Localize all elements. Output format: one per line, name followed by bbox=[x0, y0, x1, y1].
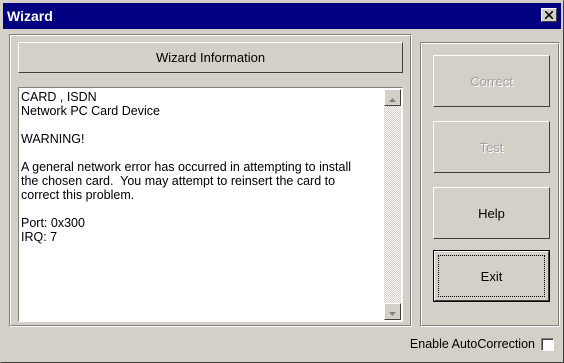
message-line: Network PC Card Device bbox=[21, 104, 160, 118]
correct-button-label: Correct bbox=[470, 73, 513, 89]
vertical-scrollbar[interactable] bbox=[384, 89, 401, 320]
scroll-up-button[interactable] bbox=[384, 89, 401, 106]
message-line: A general network error has occurred in … bbox=[21, 160, 352, 174]
arrow-down-icon bbox=[389, 305, 396, 319]
arrow-up-icon bbox=[389, 91, 396, 105]
message-line bbox=[21, 118, 382, 132]
test-button-label: Test bbox=[479, 139, 504, 155]
close-button[interactable] bbox=[541, 8, 557, 22]
wizard-info-label: Wizard Information bbox=[155, 50, 266, 65]
wizard-window: Wizard Wizard Information CARD , ISDN Net… bbox=[0, 0, 564, 363]
message-line: CARD , ISDN bbox=[21, 90, 97, 104]
message-text: CARD , ISDN Network PC Card Device WARNIN… bbox=[21, 90, 382, 319]
window-title: Wizard bbox=[7, 8, 53, 24]
autocorrection-checkbox[interactable] bbox=[541, 337, 554, 351]
message-line: the chosen card. You may attempt to rein… bbox=[21, 174, 336, 188]
help-button-label: Help bbox=[478, 205, 505, 221]
message-line: Port: 0x300 bbox=[21, 216, 85, 230]
test-button[interactable]: Test bbox=[433, 121, 550, 173]
correct-button[interactable]: Correct bbox=[433, 55, 550, 107]
message-line: correct this problem. bbox=[21, 188, 135, 202]
message-line bbox=[21, 146, 382, 160]
autocorrection-option[interactable]: Enable AutoCorrection bbox=[410, 336, 554, 352]
message-line bbox=[21, 202, 382, 216]
title-bar[interactable]: Wizard bbox=[3, 3, 561, 29]
autocorrection-label: Enable AutoCorrection bbox=[409, 337, 535, 351]
message-textbox[interactable]: CARD , ISDN Network PC Card Device WARNIN… bbox=[18, 87, 403, 322]
exit-button-label: Exit bbox=[480, 268, 503, 284]
scroll-down-button[interactable] bbox=[384, 303, 401, 320]
close-icon bbox=[544, 8, 554, 22]
message-line: IRQ: 7 bbox=[21, 230, 58, 244]
help-button[interactable]: Help bbox=[433, 187, 550, 239]
wizard-info-header: Wizard Information bbox=[18, 42, 403, 73]
message-line: WARNING! bbox=[21, 132, 85, 146]
exit-button[interactable]: Exit bbox=[433, 250, 550, 302]
